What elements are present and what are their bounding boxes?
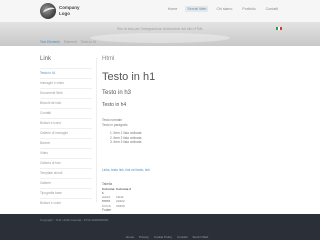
list-item-text: Item 1 lista ordinata xyxy=(113,131,142,136)
sidebar-title: Link xyxy=(40,56,52,62)
sidebar-item[interactable]: Documenti Web xyxy=(40,88,92,98)
sidebar: Link Testo in h1 Immagini e video Docume… xyxy=(40,56,92,208)
sidebar-item[interactable]: Galleria di foto xyxy=(40,158,92,168)
nav-contatti[interactable]: Contatti xyxy=(264,6,280,12)
flag-icon[interactable] xyxy=(276,27,282,30)
sidebar-item[interactable]: Gallerie di immagini xyxy=(40,128,92,138)
breadcrumb: Test Elementi Elementi Testo in h1 xyxy=(40,40,97,44)
breadcrumb-item[interactable]: Elementi xyxy=(64,40,77,44)
top-navigation: Home Servizi Web Chi siamo Portfolio Con… xyxy=(166,6,280,12)
sidebar-item[interactable]: Contatti xyxy=(40,108,92,118)
list-item-text: Item 2 lista ordinata xyxy=(113,135,142,140)
links-text[interactable]: Links, testo link, link nel testo, link xyxy=(102,168,272,172)
breadcrumb-current: Testo in h1 xyxy=(80,40,97,44)
sidebar-item[interactable]: Banner xyxy=(40,138,92,148)
sidebar-item[interactable]: Video xyxy=(40,148,92,158)
heading-h4: Testo in h4 xyxy=(102,102,127,108)
footer-link[interactable]: Cookie Policy xyxy=(154,235,172,239)
logo-line-1: Company xyxy=(59,5,80,10)
site-header: Company Logo Home Servizi Web Chi siamo … xyxy=(0,0,320,22)
banner-tagline: Sito di test per l'integrazione di eleme… xyxy=(116,27,204,31)
company-logo[interactable]: Company Logo xyxy=(40,3,100,20)
nav-portfolio[interactable]: Portfolio xyxy=(240,6,257,12)
footer-navigation: Home Privacy Cookie Policy Contatti Serv… xyxy=(126,235,208,239)
footer-link[interactable]: Servizi Web xyxy=(192,235,208,239)
footer-link[interactable]: Privacy xyxy=(139,235,149,239)
heading-h1: Testo in h1 xyxy=(102,71,156,83)
logo-line-2: Logo xyxy=(59,10,70,16)
table-header-cell: Colonna 2 xyxy=(116,186,131,191)
breadcrumb-item[interactable]: Test Elementi xyxy=(40,40,60,44)
content-divider xyxy=(96,58,97,202)
section-label: Html xyxy=(102,56,115,62)
sidebar-item[interactable]: Bottoni e icone xyxy=(40,118,92,128)
main-content: Html Testo in h1 Testo in h3 Testo in h4… xyxy=(102,56,272,212)
nav-chi-siamo[interactable]: Chi siamo xyxy=(214,6,234,12)
sidebar-item[interactable]: Template sfondi xyxy=(40,168,92,178)
table-header-cell: Colonna 1 xyxy=(102,186,115,196)
list-item: 3. Item 3 lista ordinata xyxy=(110,140,142,144)
footer-link[interactable]: Home xyxy=(126,235,134,239)
nav-home[interactable]: Home xyxy=(166,6,180,12)
table-cell: 33333 xyxy=(116,203,125,208)
footer-link[interactable]: Contatti xyxy=(177,235,187,239)
heading-h3: Testo in h3 xyxy=(102,90,132,96)
sample-table: Tabella Colonna 1 Colonna 2 AAAA 11111 B… xyxy=(102,182,272,212)
list-item-text: Item 3 lista ordinata xyxy=(113,140,142,144)
sidebar-item[interactable]: Tipografia base xyxy=(40,188,92,198)
sidebar-item[interactable]: Testo in h1 xyxy=(40,68,92,78)
table-header-row: Colonna 1 Colonna 2 xyxy=(102,187,272,195)
sidebar-item[interactable]: Gallerie xyxy=(40,178,92,188)
logo-text: Company Logo xyxy=(59,5,80,16)
copyright-text: Copyright - Tutti i diritti riservati - … xyxy=(40,218,109,222)
sidebar-item[interactable]: Blocchi del sito xyxy=(40,98,92,108)
ordered-list: 1. Item 1 lista ordinata 2. Item 2 lista… xyxy=(110,131,272,144)
sidebar-item[interactable]: Bottoni e colori xyxy=(40,198,92,208)
site-footer: Copyright - Tutti i diritti riservati - … xyxy=(0,214,320,240)
logo-icon xyxy=(40,3,56,19)
table-footer: Footer xyxy=(102,207,112,212)
sidebar-item[interactable]: Immagini e video xyxy=(40,78,92,88)
paragraph-text: Testo in paragrafo xyxy=(102,122,128,127)
banner-decoration xyxy=(90,33,230,43)
nav-servizi-web[interactable]: Servizi Web xyxy=(185,6,209,12)
